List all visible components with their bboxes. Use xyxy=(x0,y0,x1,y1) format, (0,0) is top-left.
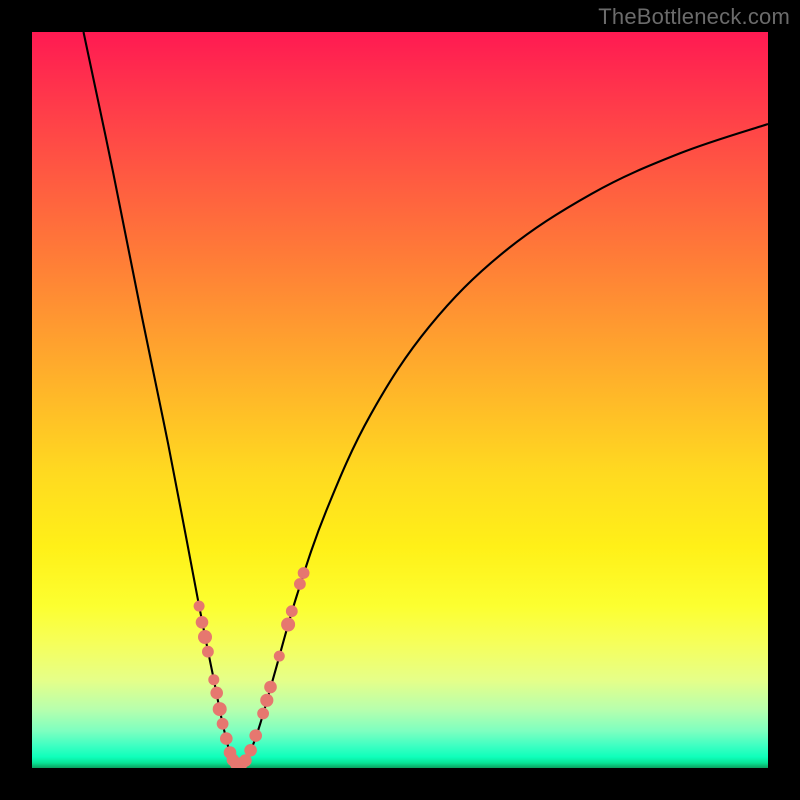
curve-marker xyxy=(298,567,310,579)
plot-area xyxy=(32,32,768,768)
curve-marker xyxy=(274,651,285,662)
curve-marker xyxy=(217,718,229,730)
curve-marker xyxy=(210,687,223,700)
curve-marker xyxy=(249,729,262,742)
chart-frame: TheBottleneck.com xyxy=(0,0,800,800)
curve-marker xyxy=(281,618,295,632)
curve-marker xyxy=(294,578,306,590)
curve-marker xyxy=(198,630,212,644)
curve-marker xyxy=(196,616,209,629)
curve-marker xyxy=(202,646,214,658)
curve-marker xyxy=(264,681,277,694)
curve-marker xyxy=(257,708,269,720)
curve-marker xyxy=(220,732,233,745)
curve-marker xyxy=(213,702,227,716)
curve-marker xyxy=(194,601,205,612)
curve-marker xyxy=(286,605,298,617)
bottleneck-curve xyxy=(84,32,769,765)
curve-marker xyxy=(208,674,219,685)
bottleneck-curve-svg xyxy=(32,32,768,768)
curve-marker xyxy=(260,694,273,707)
watermark-text: TheBottleneck.com xyxy=(598,4,790,30)
curve-marker xyxy=(244,744,257,757)
